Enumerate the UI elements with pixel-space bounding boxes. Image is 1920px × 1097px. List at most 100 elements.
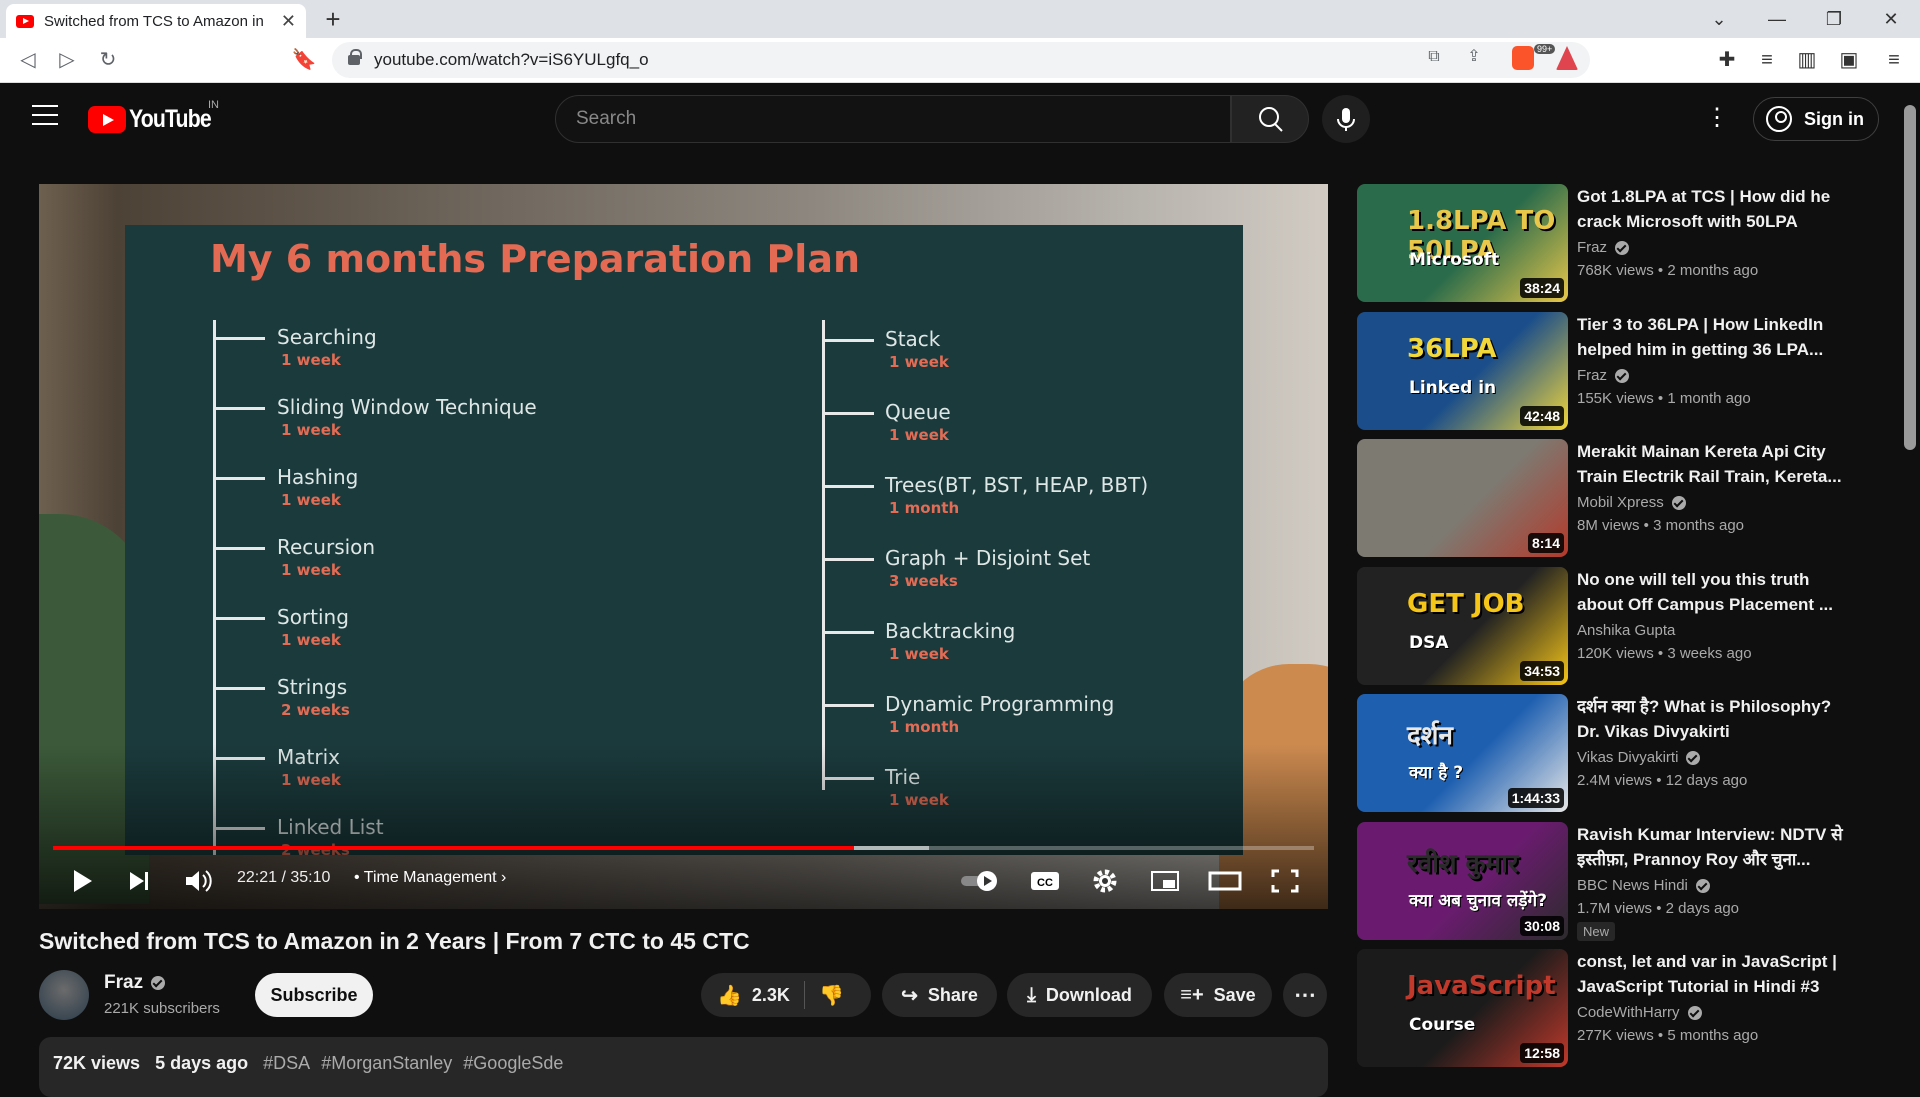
search-button[interactable] bbox=[1231, 95, 1309, 143]
slide-duration: 1 week bbox=[889, 426, 949, 444]
open-in-app-icon[interactable]: ⧉ bbox=[1421, 44, 1447, 70]
bookmark-icon[interactable]: 🔖 bbox=[290, 46, 318, 74]
address-bar[interactable]: youtube.com/watch?v=iS6YULgfq_o bbox=[332, 42, 1590, 78]
extensions-icon[interactable]: ✚ bbox=[1713, 46, 1741, 74]
share-button[interactable]: ↪ Share bbox=[882, 973, 997, 1017]
recommendation-channel-label: CodeWithHarry bbox=[1577, 1004, 1680, 1021]
volume-button[interactable] bbox=[177, 861, 217, 901]
search-input[interactable]: Search bbox=[555, 95, 1231, 143]
slide-duration: 1 month bbox=[889, 499, 960, 517]
video-player[interactable]: My 6 months Preparation Plan Searching 1 … bbox=[39, 184, 1328, 909]
video-thumbnail[interactable]: 36LPA Linked in 42:48 bbox=[1357, 311, 1568, 430]
close-tab-icon[interactable]: ✕ bbox=[281, 11, 296, 32]
thumbnail-subtext: क्या है ? bbox=[1409, 763, 1464, 783]
recommendation-channel-label: Fraz bbox=[1577, 366, 1607, 384]
youtube-logo[interactable]: YouTube IN bbox=[88, 99, 225, 134]
recommendation-channel[interactable]: Fraz bbox=[1577, 239, 1629, 256]
sidebar-icon[interactable]: ▥ bbox=[1793, 46, 1821, 74]
captions-button[interactable]: CC bbox=[1023, 861, 1067, 901]
recommendation-channel[interactable]: Vikas Divyakirti bbox=[1577, 749, 1701, 766]
dislike-button[interactable]: 👎 bbox=[819, 983, 844, 1008]
autoplay-toggle[interactable] bbox=[957, 861, 1007, 901]
browser-tab[interactable]: Switched from TCS to Amazon in ✕ bbox=[6, 4, 306, 38]
close-window-button[interactable]: ✕ bbox=[1862, 0, 1920, 38]
like-count: 2.3K bbox=[751, 984, 790, 1005]
maximize-button[interactable]: ❐ bbox=[1805, 0, 1863, 38]
fullscreen-button[interactable] bbox=[1263, 861, 1307, 901]
channel-avatar[interactable] bbox=[39, 970, 89, 1020]
back-icon[interactable]: ◁ bbox=[14, 46, 42, 74]
like-divider bbox=[803, 981, 805, 1009]
video-thumbnail[interactable]: 8:14 bbox=[1357, 439, 1568, 557]
miniplayer-icon bbox=[1151, 871, 1179, 891]
settings-kebab-icon[interactable]: ⋮ bbox=[1705, 103, 1729, 133]
video-thumbnail[interactable]: दर्शन क्या है ? 1:44:33 bbox=[1357, 694, 1568, 812]
brave-shields-icon[interactable] bbox=[1512, 46, 1534, 70]
play-button[interactable] bbox=[61, 861, 101, 901]
brave-shields-badge: 99+ bbox=[1534, 44, 1556, 54]
volume-icon bbox=[186, 870, 212, 892]
like-button[interactable]: 👍 2.3K bbox=[717, 983, 790, 1008]
subscribe-button[interactable]: Subscribe bbox=[255, 973, 373, 1017]
recommendation-item[interactable]: 1.8LPA TO 50LPA Microsoft 38:24 Got 1.8LPA … bbox=[1357, 184, 1877, 302]
hamburger-menu-icon[interactable] bbox=[32, 105, 58, 125]
wallet-icon[interactable]: ▣ bbox=[1835, 46, 1863, 74]
recommendation-title[interactable]: Tier 3 to 36LPA | How LinkedIn helped hi… bbox=[1577, 312, 1847, 362]
video-thumbnail[interactable]: GET JOB DSA 34:53 bbox=[1357, 566, 1568, 685]
recommendation-item[interactable]: 36LPA Linked in 42:48 Tier 3 to 36LPA | How… bbox=[1357, 311, 1877, 430]
recommendation-title[interactable]: No one will tell you this truth about Of… bbox=[1577, 567, 1847, 617]
thumbnail-subtext: DSA bbox=[1409, 632, 1449, 653]
channel-name[interactable]: Fraz bbox=[104, 972, 166, 994]
share-page-icon[interactable]: ⇪ bbox=[1461, 44, 1487, 70]
recommendation-item[interactable]: 8:14 Merakit Mainan Kereta Api City Train… bbox=[1357, 439, 1877, 557]
scrollbar-thumb[interactable] bbox=[1904, 105, 1916, 450]
forward-icon[interactable]: ▷ bbox=[53, 46, 81, 74]
recommendation-channel[interactable]: BBC News Hindi bbox=[1577, 877, 1710, 894]
settings-button[interactable] bbox=[1083, 861, 1127, 901]
reload-icon[interactable]: ↻ bbox=[94, 46, 122, 74]
more-actions-button[interactable]: ⋯ bbox=[1283, 973, 1327, 1017]
tab-title: Switched from TCS to Amazon in bbox=[44, 12, 264, 30]
voice-search-button[interactable] bbox=[1322, 95, 1370, 143]
theater-mode-button[interactable] bbox=[1203, 861, 1247, 901]
browser-menu-icon[interactable]: ≡ bbox=[1880, 46, 1908, 74]
recommendation-item[interactable]: GET JOB DSA 34:53 No one will tell you this… bbox=[1357, 566, 1877, 685]
recommendation-age: 1 month ago bbox=[1667, 389, 1751, 407]
chapter-title[interactable]: • Time Management › bbox=[354, 869, 506, 887]
hashtag[interactable]: #GoogleSde bbox=[463, 1053, 563, 1073]
tab-search-chevron-icon[interactable]: ⌄ bbox=[1690, 0, 1748, 38]
description-box[interactable]: 72K views 5 days ago #DSA #MorganStanley… bbox=[39, 1037, 1328, 1097]
video-thumbnail[interactable]: रवीश कुमार क्या अब चुनाव लड़ेंगे? 30:08 bbox=[1357, 821, 1568, 940]
download-button[interactable]: ⤓ Download bbox=[1007, 973, 1152, 1017]
minimize-button[interactable]: — bbox=[1748, 0, 1806, 38]
hashtag[interactable]: #DSA bbox=[263, 1053, 310, 1073]
miniplayer-button[interactable] bbox=[1143, 861, 1187, 901]
recommendation-title[interactable]: const, let and var in JavaScript | JavaS… bbox=[1577, 949, 1847, 999]
video-thumbnail[interactable]: JavaScript Course 12:58 bbox=[1357, 949, 1568, 1067]
recommendation-title[interactable]: Merakit Mainan Kereta Api City Train Ele… bbox=[1577, 439, 1847, 489]
progress-bar[interactable] bbox=[53, 846, 1314, 850]
new-tab-button[interactable]: + bbox=[318, 4, 348, 34]
media-controls-icon[interactable]: ≡ bbox=[1753, 46, 1781, 74]
save-button[interactable]: ≡+ Save bbox=[1164, 973, 1272, 1017]
recommendation-title[interactable]: Got 1.8LPA at TCS | How did he crack Mic… bbox=[1577, 184, 1847, 234]
sign-in-button[interactable]: Sign in bbox=[1753, 97, 1879, 141]
recommendation-channel[interactable]: Fraz bbox=[1577, 367, 1629, 384]
verified-icon bbox=[1687, 1006, 1702, 1021]
recommendation-title[interactable]: Ravish Kumar Interview: NDTV से इस्तीफ़ा… bbox=[1577, 822, 1847, 872]
thumbs-down-icon: 👎 bbox=[818, 984, 844, 1007]
country-code: IN bbox=[208, 99, 219, 111]
slide-duration: 1 week bbox=[281, 561, 341, 579]
recommendation-channel[interactable]: Mobil Xpress bbox=[1577, 494, 1686, 511]
recommendation-channel[interactable]: CodeWithHarry bbox=[1577, 1004, 1702, 1021]
hashtag[interactable]: #MorganStanley bbox=[321, 1053, 452, 1073]
recommendation-channel[interactable]: Anshika Gupta bbox=[1577, 622, 1675, 639]
recommendation-item[interactable]: रवीश कुमार क्या अब चुनाव लड़ेंगे? 30:08 Rav… bbox=[1357, 821, 1877, 941]
video-thumbnail[interactable]: 1.8LPA TO 50LPA Microsoft 38:24 bbox=[1357, 184, 1568, 302]
thumbnail-text: 36LPA bbox=[1407, 333, 1497, 364]
recommendation-views: 768K views bbox=[1577, 262, 1654, 279]
recommendation-title[interactable]: दर्शन क्या है? What is Philosophy? Dr. V… bbox=[1577, 694, 1847, 744]
next-button[interactable] bbox=[119, 861, 159, 901]
recommendation-item[interactable]: JavaScript Course 12:58 const, let and var … bbox=[1357, 949, 1877, 1067]
recommendation-item[interactable]: दर्शन क्या है ? 1:44:33 दर्शन क्या है? What… bbox=[1357, 694, 1877, 812]
